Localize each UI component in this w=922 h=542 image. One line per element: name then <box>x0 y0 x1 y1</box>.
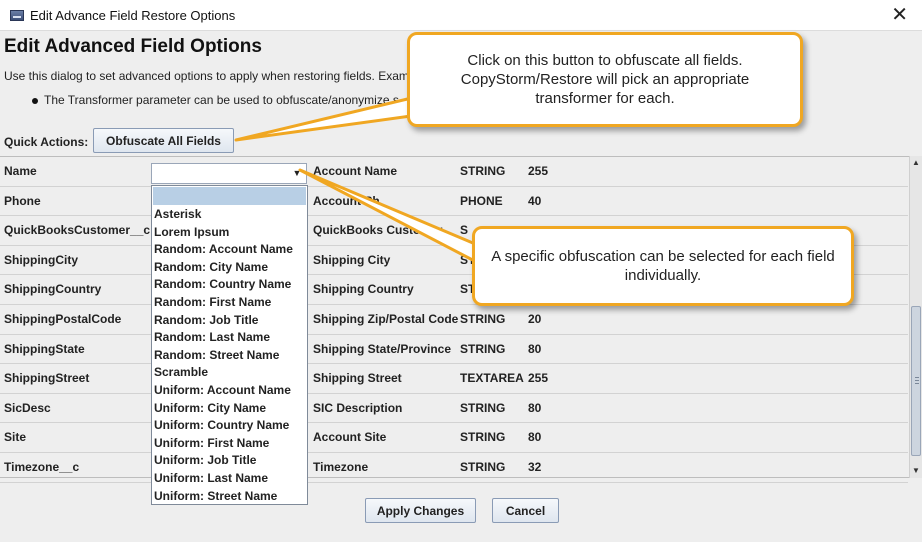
callout-obfuscate-all-text: Click on this button to obfuscate all fi… <box>460 52 750 107</box>
callout-per-field: A specific obfuscation can be selected f… <box>472 226 854 306</box>
callout-per-field-text: A specific obfuscation can be selected f… <box>491 248 835 284</box>
callout-obfuscate-all: Click on this button to obfuscate all fi… <box>407 32 803 127</box>
